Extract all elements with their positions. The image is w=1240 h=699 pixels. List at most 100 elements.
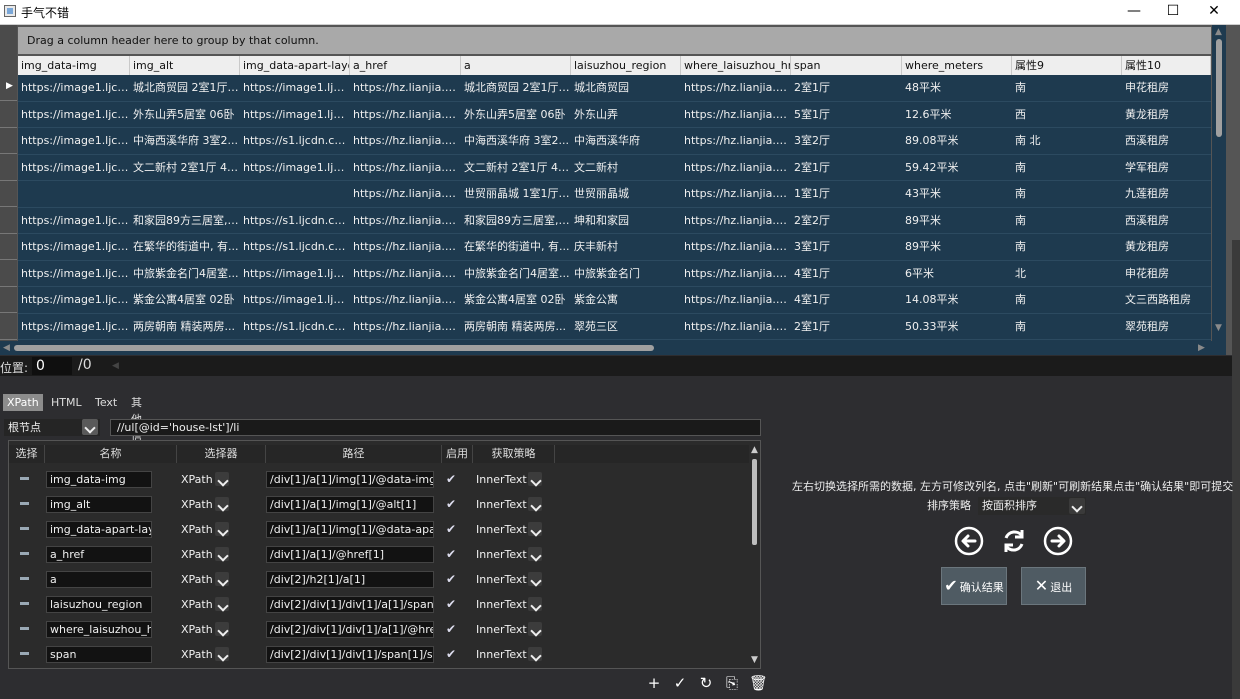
grid-cell[interactable]: 89平米 bbox=[902, 208, 1012, 234]
strategy-dropdown-chevron-icon[interactable] bbox=[528, 497, 542, 511]
grid-cell[interactable]: 4室1厅 bbox=[791, 261, 902, 287]
grid-cell[interactable]: 在繁华的街道中, 有... bbox=[461, 234, 571, 260]
delete-icon[interactable]: 🗑 bbox=[749, 674, 768, 692]
field-name-input[interactable]: a_href bbox=[46, 546, 152, 563]
grid-cell[interactable]: 紫金公寓4居室 02卧 bbox=[130, 287, 240, 313]
grid-cell[interactable]: https://image1.ljcdn.com/... bbox=[240, 287, 350, 313]
grid-cell[interactable]: https://image1.ljcdn.com/... bbox=[18, 261, 130, 287]
grid-row[interactable]: https://hz.lianjia.com/...世贸丽晶城 1室1厅 4..… bbox=[18, 181, 1211, 208]
grid-hscroll-thumb[interactable] bbox=[14, 345, 654, 351]
grid-cell[interactable]: https://image1.ljcdn.com/... bbox=[18, 234, 130, 260]
root-dropdown-chevron-icon[interactable] bbox=[82, 419, 98, 435]
grid-column-header[interactable]: img_data-img bbox=[18, 56, 130, 75]
add-icon[interactable]: + bbox=[645, 674, 663, 692]
grid-cell[interactable]: https://hz.lianjia.com/... bbox=[681, 287, 791, 313]
strategy-dropdown-chevron-icon[interactable] bbox=[528, 622, 542, 636]
grid-cell[interactable]: 和家园89方三居室, ... bbox=[461, 208, 571, 234]
grid-cell[interactable]: 世贸丽晶城 bbox=[571, 181, 681, 207]
grid-cell[interactable]: https://s1.ljcdn.com/... bbox=[240, 234, 350, 260]
grid-cell[interactable]: 3室1厅 bbox=[791, 234, 902, 260]
minimize-button[interactable]: — bbox=[1114, 0, 1154, 24]
grid-cell[interactable]: https://hz.lianjia.com/... bbox=[350, 102, 461, 128]
field-row[interactable]: img_data-img XPath/div[1]/a[1]/img[1]/@da… bbox=[9, 468, 749, 493]
grid-cell[interactable]: 中海西溪华府 3室2... bbox=[130, 128, 240, 154]
field-row[interactable]: where_laisuzhou_href XPath/div[2]/div[1]/… bbox=[9, 618, 749, 643]
grid-cell[interactable]: https://hz.lianjia.com/... bbox=[350, 234, 461, 260]
row-indicator[interactable] bbox=[0, 287, 17, 313]
root-xpath-input[interactable]: //ul[@id='house-lst']/li bbox=[110, 419, 761, 436]
grid-cell[interactable]: 城北商贸园 2室1厅 3... bbox=[130, 75, 240, 101]
grid-cell[interactable]: 4室1厅 bbox=[791, 287, 902, 313]
field-name-input[interactable]: span bbox=[46, 646, 152, 663]
field-name-input[interactable]: a bbox=[46, 571, 152, 588]
grid-cell[interactable]: 南 bbox=[1012, 75, 1122, 101]
grid-cell[interactable]: 6平米 bbox=[902, 261, 1012, 287]
grid-cell[interactable]: 中旅紫金名门4居室... bbox=[461, 261, 571, 287]
tab-xpath[interactable]: XPath bbox=[3, 394, 43, 411]
selector-dropdown-chevron-icon[interactable] bbox=[215, 547, 229, 561]
check-icon[interactable]: ✓ bbox=[671, 674, 689, 692]
position-left-arrow-icon[interactable]: ◀ bbox=[112, 361, 119, 371]
field-enabled-checkbox[interactable]: ✔ bbox=[446, 647, 456, 661]
grid-cell[interactable]: 2室2厅 bbox=[791, 208, 902, 234]
grid-cell[interactable] bbox=[240, 181, 350, 207]
grid-cell[interactable]: https://image1.ljcdn.com/... bbox=[18, 314, 130, 340]
grid-cell[interactable]: https://hz.lianjia.com/... bbox=[350, 208, 461, 234]
grid-column-header[interactable]: laisuzhou_region bbox=[571, 56, 681, 75]
grid-column-header[interactable]: a_href bbox=[350, 56, 461, 75]
grid-cell[interactable]: 西 bbox=[1012, 102, 1122, 128]
grid-vertical-scrollbar[interactable]: ▲ ▼ bbox=[1212, 25, 1226, 355]
grid-cell[interactable]: 2室1厅 bbox=[791, 314, 902, 340]
grid-cell[interactable]: https://image1.ljcdn.com/... bbox=[18, 102, 130, 128]
row-indicator[interactable] bbox=[0, 314, 17, 340]
grid-cell[interactable]: 中旅紫金名门 bbox=[571, 261, 681, 287]
grid-cell[interactable] bbox=[130, 181, 240, 207]
grid-cell[interactable]: 南 bbox=[1012, 314, 1122, 340]
grid-cell[interactable]: https://hz.lianjia.com/... bbox=[350, 128, 461, 154]
grid-cell[interactable]: 庆丰新村 bbox=[571, 234, 681, 260]
grid-column-header[interactable]: 属性10 bbox=[1122, 56, 1211, 75]
grid-cell[interactable]: 43平米 bbox=[902, 181, 1012, 207]
grid-cell[interactable]: 城北商贸园 bbox=[571, 75, 681, 101]
grid-cell[interactable]: 文二新村 2室1厅 450... bbox=[461, 155, 571, 181]
grid-cell[interactable]: https://hz.lianjia.com/... bbox=[350, 155, 461, 181]
grid-cell[interactable]: https://s1.ljcdn.com/... bbox=[240, 314, 350, 340]
grid-cell[interactable]: https://image1.ljcdn.com/... bbox=[18, 128, 130, 154]
grid-cell[interactable]: https://image1.ljcdn.com/... bbox=[240, 261, 350, 287]
grid-cell[interactable]: 城北商贸园 2室1厅 3... bbox=[461, 75, 571, 101]
field-path-input[interactable]: /div[1]/a[1]/img[1]/@data-img[ bbox=[266, 471, 434, 488]
grid-row[interactable]: https://image1.ljcdn.com/...城北商贸园 2室1厅 3… bbox=[18, 75, 1211, 102]
grid-cell[interactable]: 59.42平米 bbox=[902, 155, 1012, 181]
fields-scrollbar[interactable]: ▲ ▼ bbox=[750, 445, 760, 667]
field-row[interactable]: img_data-apart-layout XPath/div[1]/a[1]/i… bbox=[9, 518, 749, 543]
selector-dropdown-chevron-icon[interactable] bbox=[215, 622, 229, 636]
close-button[interactable]: ✕ bbox=[1194, 0, 1234, 24]
grid-cell[interactable]: https://s1.ljcdn.com/... bbox=[240, 208, 350, 234]
fields-scroll-thumb[interactable] bbox=[752, 459, 757, 545]
data-grid[interactable]: img_data-imgimg_altimg_data-apart-layout… bbox=[18, 56, 1211, 341]
selector-dropdown-chevron-icon[interactable] bbox=[215, 647, 229, 661]
previous-arrow-icon[interactable] bbox=[954, 526, 984, 556]
strategy-dropdown-chevron-icon[interactable] bbox=[528, 522, 542, 536]
grid-cell[interactable]: 南 bbox=[1012, 287, 1122, 313]
grid-cell[interactable]: 申花租房 bbox=[1122, 261, 1211, 287]
grid-row[interactable]: https://image1.ljcdn.com/...两房朝南 精装两房...… bbox=[18, 314, 1211, 340]
grid-column-header[interactable]: where_laisuzhou_href bbox=[681, 56, 791, 75]
field-select-toggle[interactable] bbox=[20, 552, 29, 555]
row-indicator[interactable] bbox=[0, 155, 17, 181]
grid-row[interactable]: https://image1.ljcdn.com/...中海西溪华府 3室2..… bbox=[18, 128, 1211, 155]
grid-cell[interactable]: 黄龙租房 bbox=[1122, 234, 1211, 260]
grid-cell[interactable]: 翠苑租房 bbox=[1122, 314, 1211, 340]
grid-cell[interactable]: https://image1.ljcdn.com/... bbox=[18, 287, 130, 313]
grid-cell[interactable]: 两房朝南 精装两房... bbox=[130, 314, 240, 340]
strategy-dropdown-chevron-icon[interactable] bbox=[528, 647, 542, 661]
grid-cell[interactable]: https://image1.ljcdn.com/... bbox=[240, 102, 350, 128]
field-path-input[interactable]: /div[1]/a[1]/img[1]/@alt[1] bbox=[266, 496, 434, 513]
grid-cell[interactable]: 西溪租房 bbox=[1122, 208, 1211, 234]
grid-cell[interactable]: 89.08平米 bbox=[902, 128, 1012, 154]
selector-dropdown-chevron-icon[interactable] bbox=[215, 497, 229, 511]
field-select-toggle[interactable] bbox=[20, 627, 29, 630]
grid-cell[interactable]: https://hz.lianjia.com/... bbox=[350, 181, 461, 207]
grid-cell[interactable]: 紫金公寓 bbox=[571, 287, 681, 313]
grid-cell[interactable]: https://hz.lianjia.com/... bbox=[350, 75, 461, 101]
